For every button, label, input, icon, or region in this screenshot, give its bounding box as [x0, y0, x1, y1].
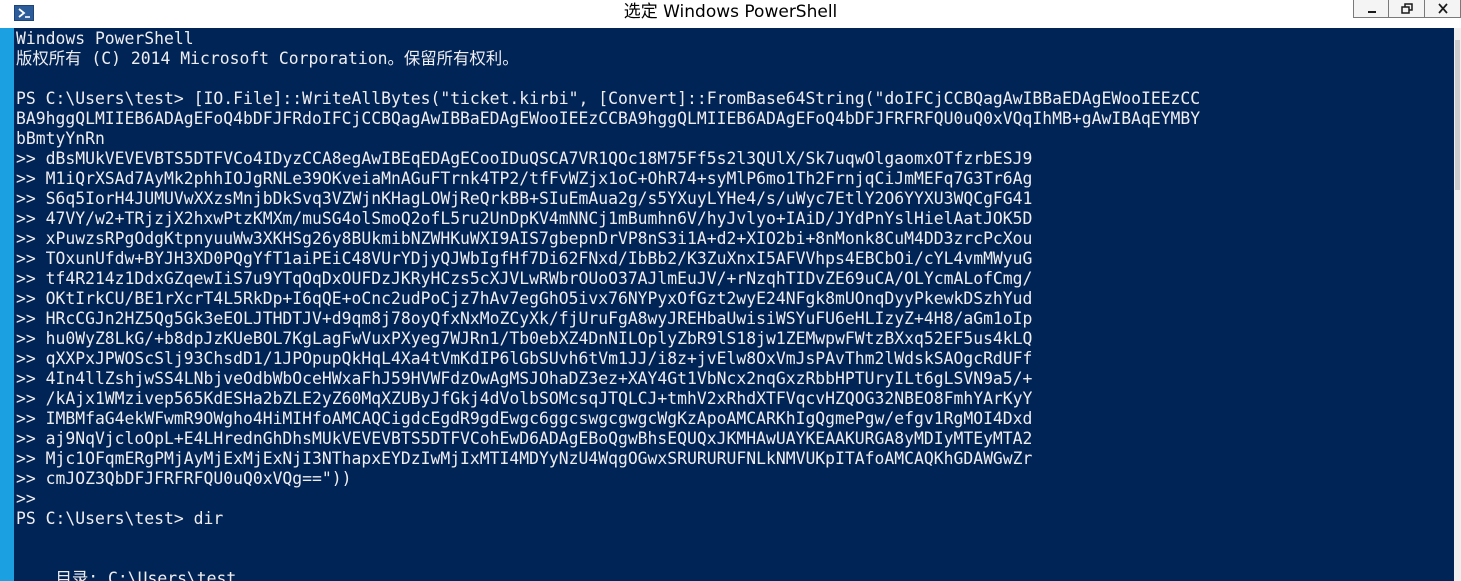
console-line: bBmtyYnRn — [16, 129, 105, 148]
console-line: >> aj9NqVjcloOpL+E4LHrednGhDhsMUkVEVEVBT… — [16, 429, 1033, 448]
maximize-icon — [1401, 3, 1413, 14]
console-line: >> IMBMfaG4ekWFwmR9OWgho4HiMIHfoAMCAQCig… — [16, 409, 1033, 428]
window-controls — [1353, 0, 1461, 20]
console-line: >> xPuwzsRPgOdgKtpnyuuWw3XKHSg26y8BUkmib… — [16, 229, 1033, 248]
close-button[interactable] — [1425, 0, 1461, 18]
title-bar[interactable]: 选定 Windows PowerShell — [0, 0, 1461, 28]
console-line: >> 4In4llZshjwSS4LNbjveOdbWbOceHWxaFhJ59… — [16, 369, 1033, 388]
console-line: >> hu0WyZ8LkG/+b8dpJzKUeBOL7KgLagFwVuxPX… — [16, 329, 1033, 348]
console-line: 版权所有 (C) 2014 Microsoft Corporation。保留所有… — [16, 49, 519, 68]
console-line: >> /kAjx1WMzivep565KdESHa2bZLE2yZ60MqXZU… — [16, 389, 1033, 408]
console-line: >> Mjc1OFqmERgPMjAyMjExMjExNjI3NThapxEYD… — [16, 449, 1033, 468]
console-line: >> cmJOZ3QbDFJFRFRFQU0uQ0xVQg==")) — [16, 469, 352, 488]
console-line: >> OKtIrkCU/BE1rXcrT4L5RkDp+I6qQE+oCnc2u… — [16, 289, 1033, 308]
console-line: PS C:\Users\test> [IO.File]::WriteAllByt… — [16, 89, 1201, 108]
console-line: >> TOxunUfdw+BYJH3XD0PQgYfT1aiPEiC48VUrY… — [16, 249, 1033, 268]
console-line: >> S6q5IorH4JUMUVwXXzsMnjbDkSvq3VZWjnKHa… — [16, 189, 1033, 208]
close-icon — [1438, 3, 1448, 14]
console-line: 目录: C:\Users\test — [16, 569, 237, 581]
scrollbar-thumb[interactable] — [1455, 40, 1460, 190]
console-line: PS C:\Users\test> dir — [16, 509, 224, 528]
minimize-icon — [1368, 11, 1376, 13]
console-line: >> qXXPxJPWOScSlj93ChsdD1/1JPOpupQkHqL4X… — [16, 349, 1033, 368]
console-line: Windows PowerShell — [16, 29, 194, 48]
console-line: >> M1iQrXSAd7AyMk2phhIOJgRNLe39OKveiaMnA… — [16, 169, 1033, 188]
console-line: BA9hggQLMIIEB6ADAgEFoQ4bDFJFRdoIFCjCCBQa… — [16, 109, 1201, 128]
window-title: 选定 Windows PowerShell — [623, 2, 838, 22]
maximize-button[interactable] — [1389, 0, 1425, 18]
powershell-window: 选定 Windows PowerShell Windows PowerShell… — [0, 0, 1461, 581]
console-line: >> HRcCGJn2HZ5Qg5Gk3eEOLJTHDTJV+d9qm8j78… — [16, 309, 1033, 328]
minimize-button[interactable] — [1353, 0, 1389, 18]
console-line: >> tf4R214z1DdxGZqewIiS7u9YTqOqDxOUFDzJK… — [16, 269, 1033, 288]
console-output[interactable]: Windows PowerShell 版权所有 (C) 2014 Microso… — [14, 28, 1454, 581]
vertical-scrollbar[interactable] — [1454, 28, 1461, 581]
console-line: >> dBsMUkVEVEVBTS5DTFVCo4IDyzCCA8egAwIBE… — [16, 149, 1033, 168]
console-line: >> — [16, 489, 36, 508]
console-line: >> 47VY/w2+TRjzjX2hxwPtzKMXm/muSG4olSmoQ… — [16, 209, 1033, 228]
